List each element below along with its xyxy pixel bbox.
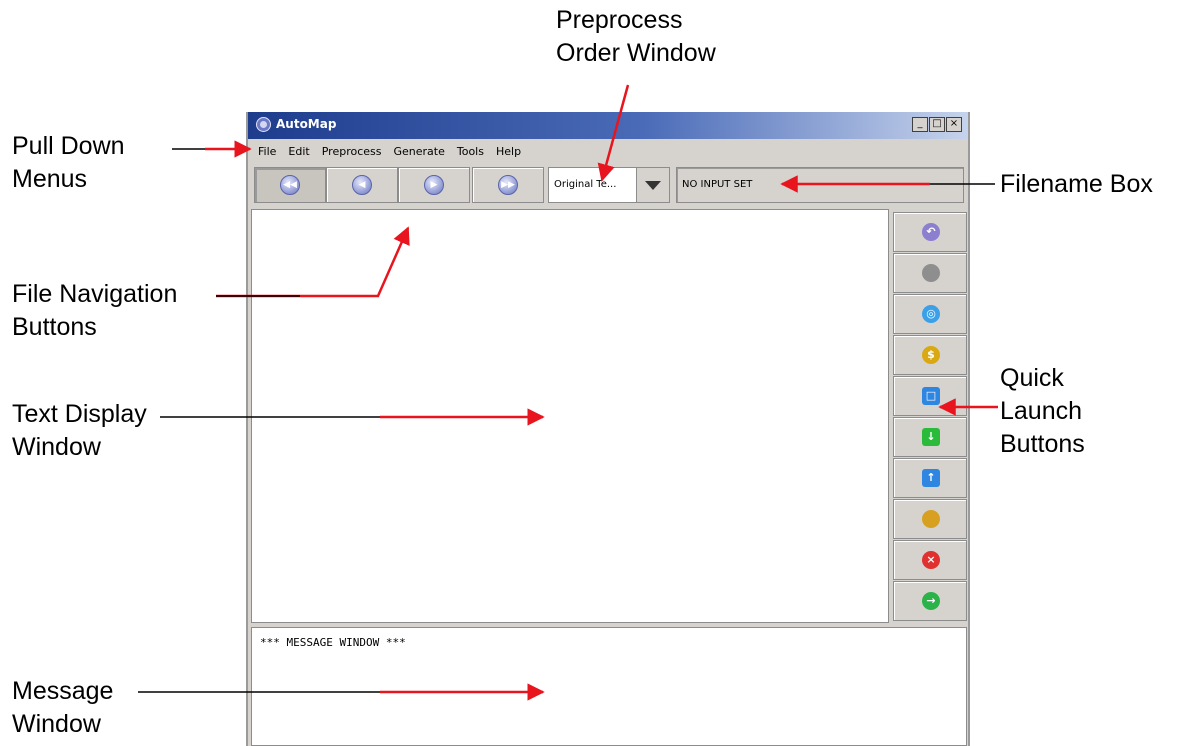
go-icon: →: [922, 592, 940, 610]
rewind-icon: ◀◀: [280, 175, 300, 195]
next-file-button[interactable]: ▶: [398, 167, 470, 203]
filename-value: NO INPUT SET: [682, 179, 753, 190]
previous-file-button[interactable]: ◀: [326, 167, 398, 203]
quick-launch-button-2[interactable]: [893, 253, 967, 293]
minimize-button[interactable]: _: [912, 117, 928, 132]
last-file-button[interactable]: ▶▶: [472, 167, 544, 203]
window-controls: _ □ ×: [912, 117, 962, 132]
quick-launch-button-3[interactable]: ◎: [893, 294, 967, 334]
callout-filename-box: Filename Box: [1000, 170, 1153, 198]
callout-pull-down-menus: Pull Down Menus: [12, 132, 125, 193]
text-display-window[interactable]: [251, 209, 889, 623]
menu-generate[interactable]: Generate: [388, 145, 451, 158]
maximize-button[interactable]: □: [929, 117, 945, 132]
quick-launch-panel: ↶ ◎ $ □ ↓ ↑ × →: [893, 212, 967, 622]
quick-launch-button-7[interactable]: ↑: [893, 458, 967, 498]
target-icon: ◎: [922, 305, 940, 323]
forward-icon: ▶: [424, 175, 444, 195]
menu-preprocess[interactable]: Preprocess: [316, 145, 388, 158]
preprocess-order-select[interactable]: Original Te...: [548, 167, 670, 203]
preprocess-order-value: Original Te...: [554, 179, 617, 190]
coin-icon: $: [922, 346, 940, 364]
close-button[interactable]: ×: [946, 117, 962, 132]
trash-icon: [922, 264, 940, 282]
chevron-down-icon[interactable]: [636, 168, 669, 202]
callout-message-window: Message Window: [12, 677, 114, 738]
undo-icon: ↶: [922, 223, 940, 241]
quick-launch-button-6[interactable]: ↓: [893, 417, 967, 457]
menu-tools[interactable]: Tools: [451, 145, 490, 158]
message-window[interactable]: *** MESSAGE WINDOW ***: [251, 627, 967, 746]
message-text: *** MESSAGE WINDOW ***: [260, 636, 406, 649]
callout-text-display-window: Text Display Window: [12, 400, 147, 461]
app-logo-icon: [256, 117, 271, 132]
quick-launch-button-4[interactable]: $: [893, 335, 967, 375]
download-icon: ↓: [922, 428, 940, 446]
database-icon: [922, 510, 940, 528]
menu-file[interactable]: File: [248, 145, 282, 158]
menu-bar: File Edit Preprocess Generate Tools Help: [248, 140, 968, 162]
menu-edit[interactable]: Edit: [282, 145, 315, 158]
title-bar: AutoMap _ □ ×: [248, 112, 968, 139]
automap-window: AutoMap _ □ × File Edit Preprocess Gener…: [246, 112, 970, 746]
window-title: AutoMap: [276, 117, 337, 131]
quick-launch-button-9[interactable]: ×: [893, 540, 967, 580]
filename-box: NO INPUT SET: [676, 167, 964, 203]
fast-forward-icon: ▶▶: [498, 175, 518, 195]
upload-icon: ↑: [922, 469, 940, 487]
square-icon: □: [922, 387, 940, 405]
back-icon: ◀: [352, 175, 372, 195]
callout-quick-launch-buttons: Quick Launch Buttons: [1000, 364, 1085, 458]
quick-launch-button-8[interactable]: [893, 499, 967, 539]
menu-help[interactable]: Help: [490, 145, 527, 158]
quick-launch-button-1[interactable]: ↶: [893, 212, 967, 252]
quick-launch-button-5[interactable]: □: [893, 376, 967, 416]
toolbar: ◀◀ ◀ ▶ ▶▶ Original Te... NO INPUT SET: [248, 164, 968, 206]
callout-file-navigation-buttons: File Navigation Buttons: [12, 280, 178, 341]
first-file-button[interactable]: ◀◀: [254, 167, 326, 203]
quick-launch-button-10[interactable]: →: [893, 581, 967, 621]
callout-preprocess-order-window: Preprocess Order Window: [556, 6, 716, 67]
stop-icon: ×: [922, 551, 940, 569]
